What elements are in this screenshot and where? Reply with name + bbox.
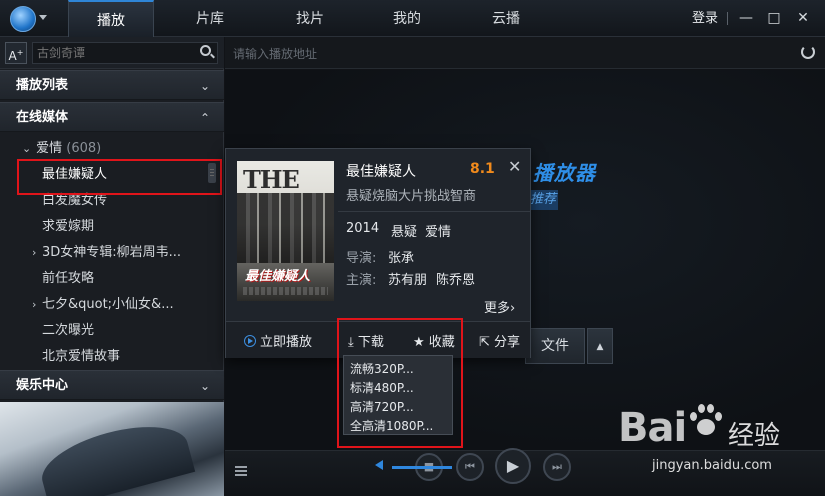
more-link[interactable]: 更多› — [484, 297, 515, 316]
list-item[interactable]: › 七夕&quot;小仙女&... — [0, 292, 224, 318]
more-label: 更多 — [484, 301, 511, 316]
collapsed-arrow-icon: › — [32, 298, 37, 311]
tab-find[interactable]: 找片 — [280, 0, 340, 37]
paw-icon — [688, 402, 722, 440]
cast-name[interactable]: 苏有朋 — [388, 269, 427, 288]
divider — [338, 211, 530, 212]
sidebar: A+ 播放列表 ⌄ 在线媒体 ⌃ ⌄ 爱情 (608) 最佳嫌疑人 白发魔女传 … — [0, 37, 224, 496]
movie-genre[interactable]: 爱情 — [425, 221, 451, 240]
minimize-icon[interactable]: — — [738, 10, 754, 26]
play-icon — [244, 335, 256, 347]
app-logo-icon[interactable] — [10, 6, 36, 32]
list-item[interactable]: 前任攻略 — [0, 266, 224, 292]
url-bar: 请输入播放地址 — [225, 37, 825, 69]
director-label: 导演: — [346, 251, 377, 266]
list-item[interactable]: › 3D女神专辑:柳岩周韦... — [0, 240, 224, 266]
list-item-label: 七夕&quot;小仙女&... — [42, 297, 174, 312]
section-entertainment-label: 娱乐中心 — [16, 378, 69, 393]
share-button[interactable]: ⇱ 分享 — [479, 331, 520, 350]
collapsed-arrow-icon: › — [32, 246, 37, 259]
tab-mine[interactable]: 我的 — [377, 0, 437, 37]
tab-library[interactable]: 片库 — [180, 0, 240, 37]
next-button[interactable]: ⏭ — [543, 453, 571, 481]
poster-credits — [243, 287, 328, 295]
annotation-highlight-box — [17, 159, 222, 195]
chevron-up-icon: ⌃ — [199, 111, 210, 125]
brand-text: 播放器 — [533, 161, 596, 185]
menu-item-quality[interactable]: 流畅320P... — [350, 360, 414, 377]
menu-item-quality[interactable]: 高清720P... — [350, 398, 414, 415]
share-label: 分享 — [494, 335, 521, 350]
playlist-icon[interactable] — [235, 466, 247, 476]
watermark-text: 经验 — [728, 421, 781, 451]
movie-year[interactable]: 2014 — [346, 221, 379, 236]
open-file-dropdown-icon[interactable]: ▲ — [587, 328, 613, 364]
sidebar-search-bar: A+ — [0, 37, 224, 69]
section-entertainment[interactable]: 娱乐中心 ⌄ — [0, 370, 224, 400]
menu-item-quality[interactable]: 全高清1080P... — [350, 417, 433, 434]
list-item[interactable]: 北京爱情故事 — [0, 344, 224, 370]
cast-label: 主演: — [346, 273, 377, 288]
movie-tagline: 悬疑烧脑大片挑战智商 — [346, 189, 477, 204]
close-icon[interactable]: ✕ — [795, 10, 811, 26]
director-name[interactable]: 张承 — [388, 247, 414, 266]
tab-play[interactable]: 播放 — [68, 0, 154, 37]
share-icon: ⇱ — [479, 335, 490, 350]
font-size-plus: + — [16, 48, 24, 57]
poster-subtitle: 最佳嫌疑人 — [245, 269, 311, 284]
menu-item-quality[interactable]: 标清480P... — [350, 379, 414, 396]
search-input[interactable] — [32, 42, 218, 64]
title-bar: 播放 片库 找片 我的 云播 登录 — □ ✕ — [0, 0, 825, 37]
close-icon[interactable]: ✕ — [508, 157, 521, 176]
section-online-media-label: 在线媒体 — [16, 110, 69, 125]
divider — [727, 12, 728, 25]
refresh-icon[interactable] — [801, 45, 815, 59]
login-button[interactable]: 登录 — [692, 0, 718, 37]
chevron-down-icon[interactable] — [39, 15, 47, 20]
search-icon[interactable] — [200, 45, 211, 56]
url-input[interactable]: 请输入播放地址 — [233, 45, 317, 62]
list-item[interactable]: 求爱嫁期 — [0, 214, 224, 240]
volume-slider[interactable] — [392, 466, 452, 469]
tab-cloud[interactable]: 云播 — [476, 0, 536, 37]
movie-poster[interactable]: THE 最佳嫌疑人 — [237, 161, 334, 301]
section-online-media[interactable]: 在线媒体 ⌃ — [0, 102, 224, 132]
font-size-label: A — [8, 49, 17, 63]
section-playlist-label: 播放列表 — [16, 78, 69, 93]
chevron-right-icon: › — [510, 301, 516, 316]
previous-button[interactable]: ⏮ — [456, 453, 484, 481]
category-count: (608) — [66, 141, 102, 156]
play-now-label: 立即播放 — [260, 335, 313, 350]
list-item-label: 3D女神专辑:柳岩周韦... — [42, 245, 182, 260]
promo-banner[interactable] — [0, 402, 224, 496]
play-now-button[interactable]: 立即播放 — [244, 331, 312, 350]
download-quality-menu: 流畅320P... 标清480P... 高清720P... 全高清1080P..… — [343, 355, 453, 435]
maximize-icon[interactable]: □ — [766, 10, 782, 26]
font-size-button[interactable]: A+ — [5, 42, 27, 64]
play-button[interactable]: ▶ — [495, 448, 531, 484]
volume-icon[interactable] — [375, 460, 383, 470]
poster-title: THE — [243, 165, 300, 194]
open-file-button[interactable]: 文件 — [525, 328, 585, 364]
chevron-down-icon: ⌄ — [199, 379, 210, 393]
watermark-logo: Bai — [618, 405, 687, 451]
category-label: 爱情 — [36, 141, 63, 156]
chevron-down-icon: ⌄ — [199, 79, 210, 93]
movie-score: 8.1 — [470, 161, 495, 177]
banner-artwork — [34, 413, 196, 496]
movie-genre[interactable]: 悬疑 — [391, 221, 417, 240]
section-playlist[interactable]: 播放列表 ⌄ — [0, 70, 224, 100]
cast-name[interactable]: 陈乔恩 — [436, 269, 475, 288]
poster-cast-image — [237, 193, 334, 263]
list-item[interactable]: 二次曝光 — [0, 318, 224, 344]
watermark-url: jingyan.baidu.com — [652, 458, 772, 473]
movie-title: 最佳嫌疑人 — [346, 164, 416, 180]
